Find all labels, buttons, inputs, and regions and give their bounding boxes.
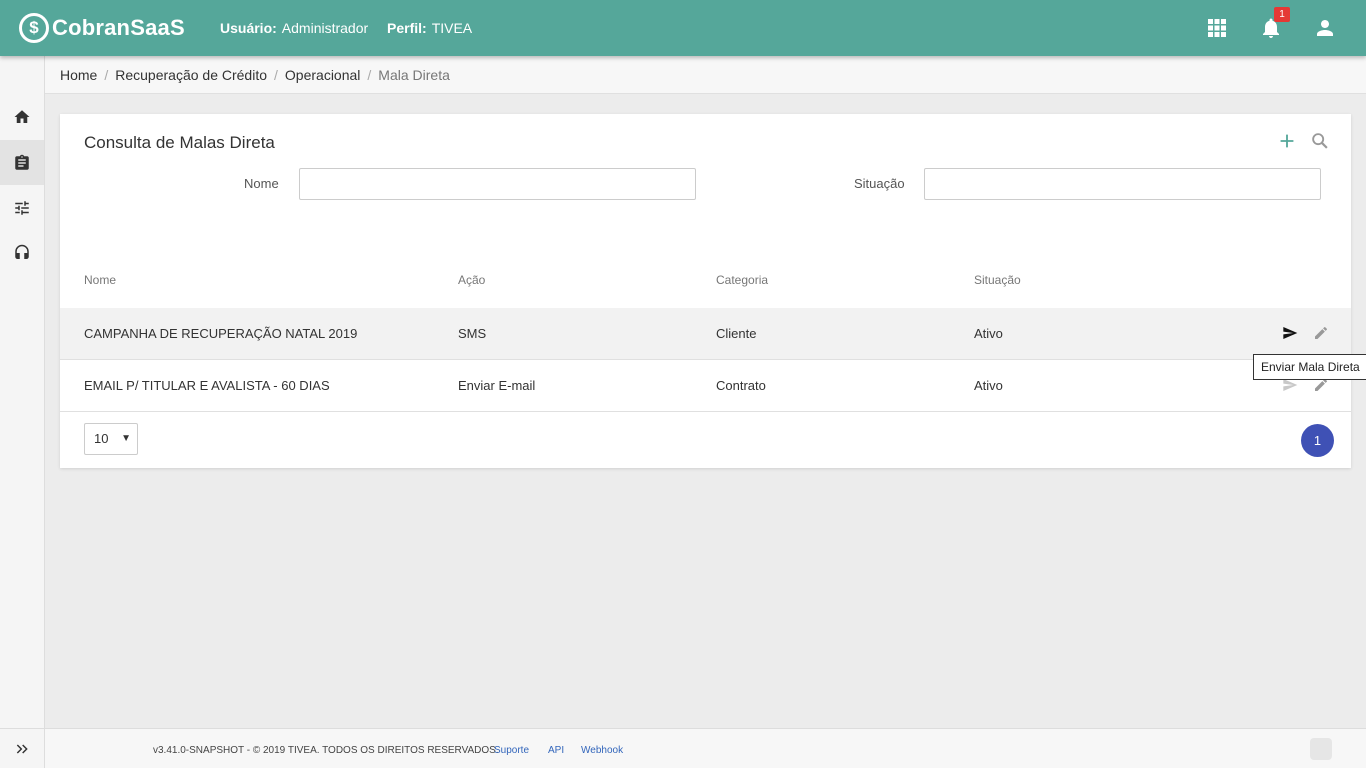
footer-link-api[interactable]: API	[548, 745, 564, 756]
notification-badge: 1	[1274, 7, 1290, 22]
page-size-select[interactable]: 10 ▼	[84, 423, 138, 455]
breadcrumb-separator: /	[274, 66, 278, 83]
user-value: Administrador	[281, 20, 369, 36]
search-icon[interactable]	[1309, 130, 1331, 152]
profile-value: TIVEA	[431, 20, 473, 36]
cell-situacao: Ativo	[974, 326, 1003, 341]
situacao-input[interactable]	[924, 168, 1321, 200]
footer-link-webhook[interactable]: Webhook	[581, 745, 623, 756]
sidebar-item-support[interactable]	[0, 230, 44, 275]
double-chevron-right-icon	[16, 743, 28, 754]
breadcrumb-home[interactable]: Home	[60, 67, 97, 83]
send-icon[interactable]	[1282, 325, 1298, 341]
cell-categoria: Contrato	[716, 378, 766, 393]
breadcrumb-separator: /	[104, 66, 109, 83]
breadcrumb-separator: /	[367, 66, 372, 83]
column-header-nome[interactable]: Nome	[84, 273, 116, 287]
profile-info: Perfil: TIVEA	[387, 20, 472, 36]
sidebar-item-home[interactable]	[0, 94, 44, 139]
brand-logo-icon	[1310, 738, 1332, 760]
breadcrumb-current: Mala Direta	[378, 66, 450, 83]
breadcrumb-operacional[interactable]: Operacional	[285, 67, 361, 83]
footer-copyright: v3.41.0-SNAPSHOT - © 2019 TIVEA. TODOS O…	[153, 745, 499, 756]
top-bar: $ CobranSaaS Usuário: Administrador Perfi…	[0, 0, 1366, 56]
cell-categoria: Cliente	[716, 326, 757, 341]
send-tooltip: Enviar Mala Direta	[1253, 354, 1366, 380]
cell-acao: SMS	[458, 326, 487, 341]
dollar-coin-icon: $	[19, 13, 49, 43]
sidebar-item-clipboard[interactable]	[0, 140, 44, 185]
user-label: Usuário:	[220, 20, 277, 36]
breadcrumb-recuperacao[interactable]: Recuperação de Crédito	[115, 67, 267, 83]
headset-icon	[15, 244, 29, 259]
cell-nome: CAMPANHA DE RECUPERAÇÃO NATAL 2019	[84, 326, 358, 341]
logo-symbol: $	[29, 18, 39, 37]
column-header-situacao[interactable]: Situação	[974, 273, 1021, 287]
add-icon[interactable]	[1276, 130, 1298, 152]
chevron-down-icon: ▼	[121, 433, 131, 444]
sidebar-expand-button[interactable]	[0, 728, 44, 768]
edit-pencil-icon[interactable]	[1313, 325, 1329, 341]
pagination-page-button[interactable]: 1	[1301, 424, 1334, 457]
nome-label: Nome	[244, 176, 279, 191]
sidebar-item-settings[interactable]	[0, 185, 44, 230]
footer-link-suporte[interactable]: Suporte	[494, 745, 529, 756]
footer: v3.41.0-SNAPSHOT - © 2019 TIVEA. TODOS O…	[45, 728, 1366, 768]
breadcrumb: Home / Recuperação de Crédito / Operacio…	[45, 56, 1366, 94]
user-info: Usuário: Administrador	[220, 20, 368, 36]
logo-text: CobranSaaS	[52, 15, 185, 40]
logo[interactable]: $ CobranSaaS	[19, 12, 185, 44]
cell-situacao: Ativo	[974, 378, 1003, 393]
profile-label: Perfil:	[387, 20, 427, 36]
table-row[interactable]: CAMPANHA DE RECUPERAÇÃO NATAL 2019 SMS C…	[60, 308, 1351, 360]
user-account-icon[interactable]	[1313, 16, 1337, 40]
sliders-icon	[15, 200, 29, 215]
cell-acao: Enviar E-mail	[458, 378, 536, 393]
sidebar	[0, 56, 45, 768]
nome-input[interactable]	[299, 168, 696, 200]
consulta-card: Consulta de Malas Direta Nome Situação N…	[60, 114, 1351, 468]
apps-grid-icon[interactable]	[1205, 16, 1229, 40]
situacao-label: Situação	[854, 176, 905, 191]
clipboard-icon	[15, 154, 29, 170]
page-title: Consulta de Malas Direta	[84, 133, 275, 152]
cell-nome: EMAIL P/ TITULAR E AVALISTA - 60 DIAS	[84, 378, 330, 393]
column-header-acao[interactable]: Ação	[458, 273, 485, 287]
page-size-value: 10	[94, 431, 109, 446]
table-row[interactable]: EMAIL P/ TITULAR E AVALISTA - 60 DIAS En…	[60, 360, 1351, 412]
home-icon	[14, 109, 30, 123]
column-header-categoria[interactable]: Categoria	[716, 273, 768, 287]
